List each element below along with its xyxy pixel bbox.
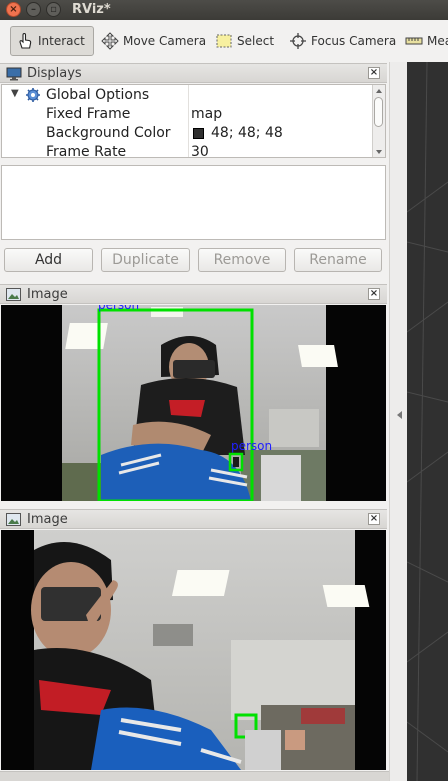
maximize-window-button[interactable]: ▫: [46, 2, 61, 17]
select-box-icon: [216, 34, 232, 48]
fixed-frame-label: Fixed Frame: [46, 106, 131, 122]
scroll-down-arrow-icon[interactable]: [376, 150, 382, 154]
hand-pointer-icon: [19, 32, 32, 49]
3d-render-viewport[interactable]: [407, 62, 448, 781]
image-icon: [6, 513, 21, 526]
focus-camera-tool-button[interactable]: Focus Camera: [284, 26, 401, 56]
color-swatch[interactable]: [193, 128, 204, 139]
camera-frame-2: [1, 530, 386, 770]
expand-arrow-icon[interactable]: ▼: [11, 88, 19, 99]
scrollbar-thumb[interactable]: [374, 97, 383, 127]
image-panel-1-header[interactable]: Image ×: [0, 284, 387, 304]
minimize-window-button[interactable]: –: [26, 2, 41, 17]
remove-display-button[interactable]: Remove: [198, 248, 286, 272]
image-panel-1-close-button[interactable]: ×: [368, 288, 380, 300]
global-options-label: Global Options: [46, 87, 150, 103]
image-panel-2-title: Image: [27, 512, 68, 527]
frame-rate-value[interactable]: 30: [191, 144, 209, 157]
image-panel-2-close-button[interactable]: ×: [368, 513, 380, 525]
monitor-icon: [6, 67, 22, 81]
move-camera-tool-button[interactable]: Move Camera: [96, 26, 211, 56]
frame-rate-label: Frame Rate: [46, 144, 127, 158]
rename-display-button[interactable]: Rename: [294, 248, 382, 272]
interact-tool-label: Interact: [38, 34, 85, 48]
move-camera-tool-label: Move Camera: [123, 34, 207, 48]
measure-ruler-icon: [405, 37, 423, 45]
collapse-arrow-icon[interactable]: [397, 411, 402, 419]
tree-scrollbar[interactable]: [372, 85, 385, 157]
displays-panel-title: Displays: [27, 66, 82, 81]
close-window-button[interactable]: ×: [6, 2, 21, 17]
select-tool-button[interactable]: Select: [210, 26, 279, 56]
window-title: RViz*: [72, 2, 111, 17]
image-panel-2-header[interactable]: Image ×: [0, 509, 387, 529]
image-view-1: person person: [1, 305, 386, 501]
fixed-frame-value[interactable]: map: [191, 106, 222, 122]
tools-toolbar: Interact Move Camera Select Focus Camera…: [0, 20, 448, 63]
measure-tool-label: Mea: [427, 34, 448, 48]
image-panel-1-title: Image: [27, 287, 68, 302]
display-description-box: [1, 165, 386, 240]
detection-label: person: [98, 305, 140, 312]
displays-tree: ▼ Global Options Fixed Frame map Backgro…: [1, 84, 386, 158]
measure-tool-button[interactable]: Mea: [400, 26, 448, 56]
camera-frame-1: [1, 305, 386, 501]
global-options-row[interactable]: ▼ Global Options: [2, 86, 374, 105]
fixed-frame-row[interactable]: Fixed Frame map: [2, 105, 374, 124]
window-titlebar: × – ▫ RViz*: [0, 0, 448, 20]
background-color-label: Background Color: [46, 125, 171, 141]
render-grid: [407, 62, 448, 781]
focus-camera-tool-label: Focus Camera: [311, 34, 397, 48]
move-camera-icon: [101, 32, 119, 50]
detection-label: person: [231, 439, 273, 453]
frame-rate-row[interactable]: Frame Rate 30: [2, 143, 374, 158]
next-panel-header-edge: [0, 771, 389, 781]
image-icon: [6, 288, 21, 301]
add-display-button[interactable]: Add: [4, 248, 93, 272]
displays-panel-close-button[interactable]: ×: [368, 67, 380, 79]
scroll-up-arrow-icon[interactable]: [376, 89, 382, 93]
displays-panel-header[interactable]: Displays ×: [0, 63, 387, 83]
background-color-row[interactable]: Background Color 48; 48; 48: [2, 124, 374, 143]
select-tool-label: Select: [237, 34, 275, 48]
gear-icon: [26, 88, 40, 102]
image-view-2: [1, 530, 386, 770]
interact-tool-button[interactable]: Interact: [10, 26, 94, 56]
background-color-value[interactable]: 48; 48; 48: [211, 125, 283, 141]
focus-crosshair-icon: [290, 33, 306, 49]
duplicate-display-button[interactable]: Duplicate: [101, 248, 190, 272]
dock-splitter[interactable]: [389, 62, 407, 781]
